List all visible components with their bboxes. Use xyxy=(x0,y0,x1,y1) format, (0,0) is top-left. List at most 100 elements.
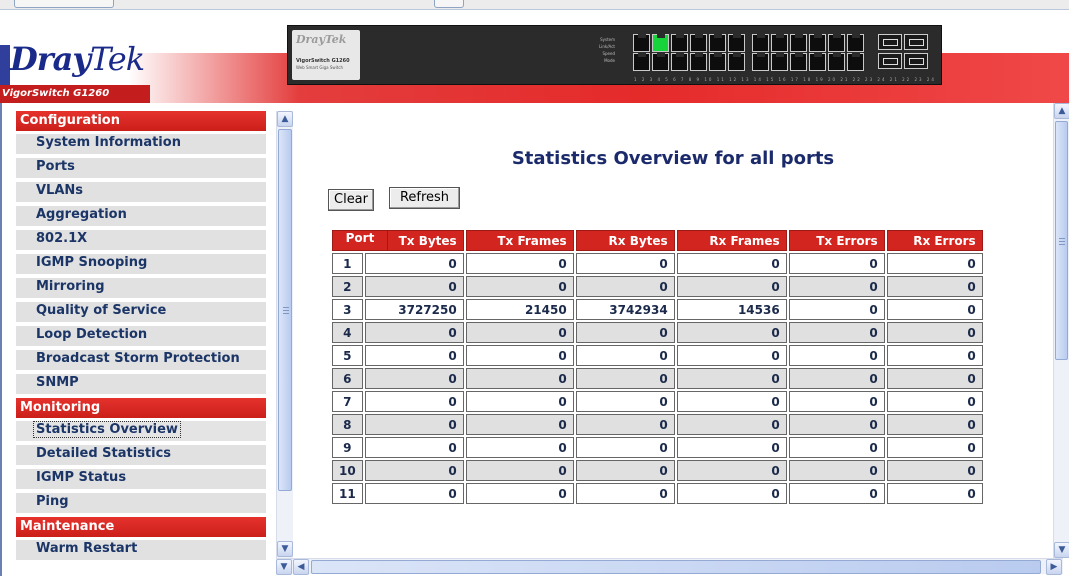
menu-item-vlans[interactable]: VLANs xyxy=(16,182,266,202)
statistic-cell: 0 xyxy=(575,460,675,481)
browser-tab[interactable] xyxy=(14,0,114,8)
statistic-cell: 0 xyxy=(676,322,787,343)
port-icon xyxy=(709,34,726,52)
port-number-cell: 9 xyxy=(332,437,363,458)
port-number-cell: 6 xyxy=(332,368,363,389)
port-icon xyxy=(847,34,864,52)
statistic-cell: 0 xyxy=(788,437,885,458)
menu-item-snmp[interactable]: SNMP xyxy=(16,374,266,394)
main-scrollbar[interactable]: ▲ ▼ xyxy=(1053,103,1069,558)
statistic-cell: 0 xyxy=(575,368,675,389)
scroll-down-arrow-icon[interactable]: ▼ xyxy=(276,559,292,575)
port-icon xyxy=(809,53,826,71)
statistic-cell: 0 xyxy=(575,437,675,458)
statistic-cell: 0 xyxy=(788,483,885,504)
column-header-tx-frames: Tx Frames xyxy=(465,230,574,251)
statistic-cell: 0 xyxy=(788,414,885,435)
scroll-up-arrow-icon[interactable]: ▲ xyxy=(277,111,293,127)
menu-item-igmp-status[interactable]: IGMP Status xyxy=(16,469,266,489)
brand-area: DrayTek VigorSwitch G1260 xyxy=(0,10,200,103)
statistic-cell: 0 xyxy=(886,345,983,366)
device-led-labels: System Link/Act Speed Mode xyxy=(575,36,615,64)
sfp-port-icon xyxy=(904,34,928,50)
port-number-cell: 10 xyxy=(332,460,363,481)
menu-item-warm-restart[interactable]: Warm Restart xyxy=(16,540,266,560)
menu-item-broadcast-storm-protection[interactable]: Broadcast Storm Protection xyxy=(16,350,266,370)
scroll-down-arrow-icon[interactable]: ▼ xyxy=(277,541,293,557)
port-icon xyxy=(671,53,688,71)
menu-item-ports[interactable]: Ports xyxy=(16,158,266,178)
table-row: 11 0 0 0 0 0 0 xyxy=(332,483,983,504)
table-row: 3 3727250 21450 3742934 14536 0 0 xyxy=(332,299,983,320)
column-header-rx-errors: Rx Errors xyxy=(886,230,983,251)
table-row: 8000000 xyxy=(332,414,983,435)
table-row: 10 0 0 0 0 0 0 xyxy=(332,460,983,481)
statistic-cell: 0 xyxy=(886,299,983,320)
statistic-cell: 0 xyxy=(575,322,675,343)
clear-button[interactable]: Clear xyxy=(328,189,374,211)
statistic-cell: 0 xyxy=(465,483,574,504)
port-icon xyxy=(790,34,807,52)
menu-item-aggregation[interactable]: Aggregation xyxy=(16,206,266,226)
menu-item-loop-detection[interactable]: Loop Detection xyxy=(16,326,266,346)
logo-text-bold: Dray xyxy=(10,40,91,78)
browser-tab[interactable] xyxy=(434,0,464,8)
menu-section-configuration[interactable]: Configuration xyxy=(16,111,266,131)
menu-item-ping[interactable]: Ping xyxy=(16,493,266,513)
port-icon xyxy=(633,34,650,52)
port-icon xyxy=(752,34,769,52)
device-label-plate: DrayTek VigorSwitch G1260 Web Smart Giga… xyxy=(292,30,360,80)
statistic-cell: 0 xyxy=(788,460,885,481)
statistic-cell: 0 xyxy=(465,276,574,297)
sidebar-scrollbar[interactable]: ▲ ▼ xyxy=(276,111,293,558)
port-number-cell: 5 xyxy=(332,345,363,366)
statistic-cell: 0 xyxy=(788,322,885,343)
scroll-left-arrow-icon[interactable]: ◀ xyxy=(293,559,309,575)
menu-section-monitoring[interactable]: Monitoring xyxy=(16,398,266,418)
menu-item-mirroring[interactable]: Mirroring xyxy=(16,278,266,298)
menu-item-statistics-overview[interactable]: Statistics Overview xyxy=(16,421,266,441)
port-icon xyxy=(671,34,688,52)
statistic-cell: 0 xyxy=(364,253,464,274)
statistic-cell: 0 xyxy=(575,276,675,297)
statistic-cell: 0 xyxy=(364,391,464,412)
sidebar-menu-frame: Configuration System Information Ports V… xyxy=(0,103,276,576)
menu-item-igmp-snooping[interactable]: IGMP Snooping xyxy=(16,254,266,274)
statistic-cell: 0 xyxy=(465,322,574,343)
table-row: 5000000 xyxy=(332,345,983,366)
statistic-cell: 0 xyxy=(886,253,983,274)
table-row: 2000000 xyxy=(332,276,983,297)
menu-item-quality-of-service[interactable]: Quality of Service xyxy=(16,302,266,322)
statistic-cell: 0 xyxy=(676,345,787,366)
statistic-cell: 3727250 xyxy=(364,299,464,320)
port-icon xyxy=(790,53,807,71)
scroll-right-arrow-icon[interactable]: ▶ xyxy=(1046,559,1062,575)
statistic-cell: 0 xyxy=(575,483,675,504)
horizontal-scroll-thumb[interactable] xyxy=(311,560,1041,574)
port-icon xyxy=(690,34,707,52)
menu-item-8021x[interactable]: 802.1X xyxy=(16,230,266,250)
menu-item-system-information[interactable]: System Information xyxy=(16,134,266,154)
table-row: 4000000 xyxy=(332,322,983,343)
statistic-cell: 0 xyxy=(886,414,983,435)
device-brand: DrayTek xyxy=(296,33,347,46)
menu-section-maintenance[interactable]: Maintenance xyxy=(16,517,266,537)
refresh-button[interactable]: Refresh xyxy=(389,187,460,209)
port-number-cell: 11 xyxy=(332,483,363,504)
main-scroll-thumb[interactable] xyxy=(1055,121,1068,360)
port-icon xyxy=(809,34,826,52)
sfp-port-icon xyxy=(878,53,902,69)
statistic-cell: 0 xyxy=(364,276,464,297)
scroll-down-arrow-icon[interactable]: ▼ xyxy=(1054,542,1069,558)
menu-item-detailed-statistics[interactable]: Detailed Statistics xyxy=(16,445,266,465)
scroll-up-arrow-icon[interactable]: ▲ xyxy=(1054,103,1069,119)
horizontal-scrollbar[interactable]: ▼ ◀ ▶ xyxy=(276,558,1063,575)
statistic-cell: 0 xyxy=(465,253,574,274)
port-icon xyxy=(847,53,864,71)
sidebar-scroll-thumb[interactable] xyxy=(278,129,292,491)
statistic-cell: 0 xyxy=(465,368,574,389)
port-number-cell: 8 xyxy=(332,414,363,435)
statistic-cell: 0 xyxy=(575,414,675,435)
led-label: Mode xyxy=(604,58,615,63)
port-number-cell: 1 xyxy=(332,253,363,274)
